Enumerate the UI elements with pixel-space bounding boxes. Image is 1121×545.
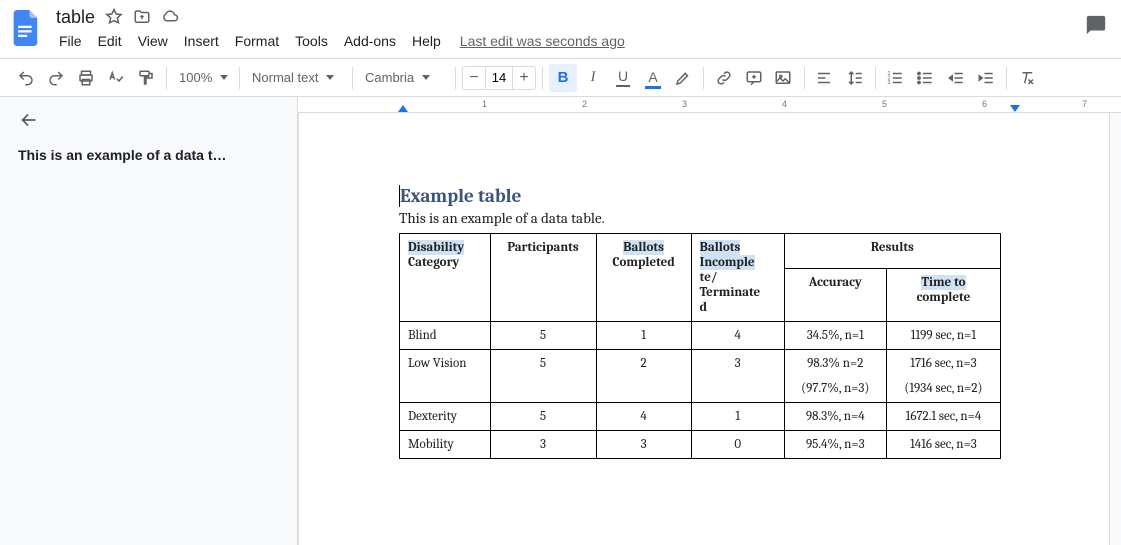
th-incomplete[interactable]: BallotsIncomplete/Terminated [691,234,784,322]
insert-comment-button[interactable] [740,64,768,92]
data-table[interactable]: DisabilityCategory Participants BallotsC… [399,233,1001,459]
undo-button[interactable] [12,64,40,92]
last-edit-link[interactable]: Last edit was seconds ago [460,33,625,49]
outline-sidebar: This is an example of a data t… [0,97,298,545]
menu-tools[interactable]: Tools [288,29,335,53]
font-size-increase[interactable]: + [513,69,535,87]
table-row[interactable]: Blind 5 1 4 34.5%, n=1 1199 sec, n=1 [400,322,1001,350]
table-row[interactable]: Dexterity 5 4 1 98.3%, n=4 1672.1 sec, n… [400,403,1001,431]
th-accuracy[interactable]: Accuracy [784,268,886,321]
menu-file[interactable]: File [52,29,89,53]
ruler-tick: 5 [882,99,887,109]
table-row[interactable]: Mobility 3 3 0 95.4%, n=3 1416 sec, n=3 [400,431,1001,459]
line-spacing-button[interactable] [841,64,869,92]
th-completed[interactable]: BallotsCompleted [596,234,691,322]
decrease-indent-button[interactable] [942,64,970,92]
bulleted-list-button[interactable] [912,64,940,92]
menu-addons[interactable]: Add-ons [337,29,403,53]
heading[interactable]: Example table [399,185,1019,207]
ruler-right-indent-icon[interactable] [1010,105,1020,112]
increase-indent-button[interactable] [972,64,1000,92]
th-disability[interactable]: DisabilityCategory [400,234,491,322]
ruler-tick: 7 [1082,99,1087,109]
document-canvas[interactable]: 1 2 3 4 5 6 7 Example table This is an e… [298,97,1121,545]
move-folder-icon[interactable] [133,8,151,26]
align-button[interactable] [811,64,839,92]
paragraph-style-dropdown[interactable]: Normal text [246,65,346,91]
text-color-button[interactable]: A [639,64,667,92]
highlight-button[interactable] [669,64,697,92]
zoom-value: 100% [179,70,212,85]
star-icon[interactable] [105,8,123,26]
outline-collapse-icon[interactable] [18,109,40,131]
redo-button[interactable] [42,64,70,92]
toolbar: 100% Normal text Cambria − + B I U A 123 [0,59,1121,97]
menu-edit[interactable]: Edit [91,29,129,53]
clear-formatting-button[interactable] [1013,64,1041,92]
table-row[interactable]: Low Vision 5 2 3 98.3% n=2(97.7%, n=3) 1… [400,350,1001,403]
page[interactable]: Example table This is an example of a da… [298,113,1110,545]
bold-button[interactable]: B [549,64,577,92]
docs-logo[interactable] [8,10,44,46]
cloud-status-icon[interactable] [161,8,179,26]
font-size-decrease[interactable]: − [463,69,485,87]
font-value: Cambria [365,70,414,85]
paint-format-button[interactable] [132,64,160,92]
menu-view[interactable]: View [131,29,175,53]
workspace: This is an example of a data t… 1 2 3 4 … [0,97,1121,545]
font-family-dropdown[interactable]: Cambria [359,65,449,91]
ruler[interactable]: 1 2 3 4 5 6 7 [298,97,1121,113]
zoom-dropdown[interactable]: 100% [173,65,233,91]
insert-image-button[interactable] [770,64,798,92]
titlebar: table File Edit View Insert Format Tools… [0,0,1121,54]
spellcheck-button[interactable] [102,64,130,92]
th-time[interactable]: Time tocomplete [886,268,1000,321]
ruler-tick: 2 [582,99,587,109]
menu-insert[interactable]: Insert [177,29,226,53]
document-title[interactable]: table [56,7,95,28]
ruler-tick: 3 [682,99,687,109]
menu-format[interactable]: Format [228,29,286,53]
th-results[interactable]: Results [784,234,1000,269]
numbered-list-button[interactable]: 123 [882,64,910,92]
svg-text:3: 3 [888,80,891,86]
menubar: File Edit View Insert Format Tools Add-o… [50,28,1085,54]
style-value: Normal text [252,70,318,85]
print-button[interactable] [72,64,100,92]
ruler-tick: 1 [482,99,487,109]
font-size-input[interactable] [485,67,513,89]
underline-button[interactable]: U [609,64,637,92]
menu-help[interactable]: Help [405,29,448,53]
outline-item[interactable]: This is an example of a data t… [18,147,278,163]
ruler-left-indent-icon[interactable] [398,105,408,112]
insert-link-button[interactable] [710,64,738,92]
font-size-group: − + [462,66,536,90]
ruler-tick: 4 [782,99,787,109]
intro-paragraph[interactable]: This is an example of a data table. [399,209,1019,227]
th-participants[interactable]: Participants [490,234,596,322]
italic-button[interactable]: I [579,64,607,92]
ruler-tick: 6 [982,99,987,109]
comments-icon[interactable] [1085,14,1107,39]
